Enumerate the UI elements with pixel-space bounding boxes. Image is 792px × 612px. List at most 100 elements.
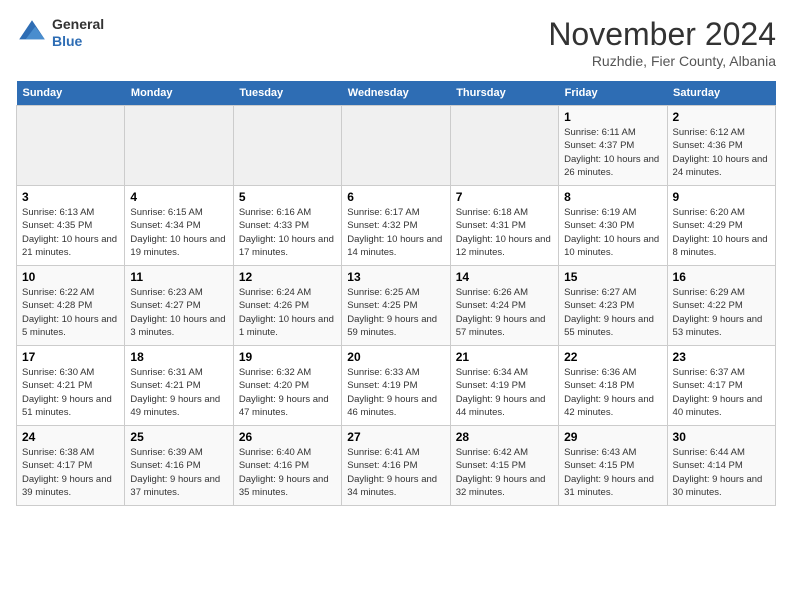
day-detail: Sunrise: 6:39 AM Sunset: 4:16 PM Dayligh… xyxy=(130,446,227,499)
day-number: 27 xyxy=(347,430,444,444)
day-detail: Sunrise: 6:26 AM Sunset: 4:24 PM Dayligh… xyxy=(456,286,553,339)
calendar-cell: 27 Sunrise: 6:41 AM Sunset: 4:16 PM Dayli… xyxy=(342,426,450,506)
day-detail: Sunrise: 6:19 AM Sunset: 4:30 PM Dayligh… xyxy=(564,206,661,259)
calendar-cell: 15 Sunrise: 6:27 AM Sunset: 4:23 PM Dayli… xyxy=(559,266,667,346)
day-detail: Sunrise: 6:25 AM Sunset: 4:25 PM Dayligh… xyxy=(347,286,444,339)
day-number: 11 xyxy=(130,270,227,284)
calendar-cell: 7 Sunrise: 6:18 AM Sunset: 4:31 PM Daylig… xyxy=(450,186,558,266)
calendar-cell: 16 Sunrise: 6:29 AM Sunset: 4:22 PM Dayli… xyxy=(667,266,775,346)
logo-text: General Blue xyxy=(52,16,104,50)
day-number: 1 xyxy=(564,110,661,124)
calendar-cell xyxy=(17,106,125,186)
calendar-cell xyxy=(450,106,558,186)
day-number: 22 xyxy=(564,350,661,364)
day-detail: Sunrise: 6:36 AM Sunset: 4:18 PM Dayligh… xyxy=(564,366,661,419)
calendar-cell: 13 Sunrise: 6:25 AM Sunset: 4:25 PM Dayli… xyxy=(342,266,450,346)
day-number: 15 xyxy=(564,270,661,284)
day-of-week-header: Sunday xyxy=(17,81,125,106)
day-number: 18 xyxy=(130,350,227,364)
day-number: 9 xyxy=(673,190,770,204)
day-number: 24 xyxy=(22,430,119,444)
day-number: 23 xyxy=(673,350,770,364)
day-number: 8 xyxy=(564,190,661,204)
day-number: 25 xyxy=(130,430,227,444)
calendar-cell: 18 Sunrise: 6:31 AM Sunset: 4:21 PM Dayli… xyxy=(125,346,233,426)
calendar-cell: 6Sunrise: 6:17 AM Sunset: 4:32 PM Daylig… xyxy=(342,186,450,266)
calendar-cell: 19 Sunrise: 6:32 AM Sunset: 4:20 PM Dayli… xyxy=(233,346,341,426)
calendar-cell: 8 Sunrise: 6:19 AM Sunset: 4:30 PM Daylig… xyxy=(559,186,667,266)
day-number: 17 xyxy=(22,350,119,364)
day-detail: Sunrise: 6:32 AM Sunset: 4:20 PM Dayligh… xyxy=(239,366,336,419)
day-detail: Sunrise: 6:24 AM Sunset: 4:26 PM Dayligh… xyxy=(239,286,336,339)
calendar-table: SundayMondayTuesdayWednesdayThursdayFrid… xyxy=(16,81,776,506)
day-number: 28 xyxy=(456,430,553,444)
calendar-cell: 20Sunrise: 6:33 AM Sunset: 4:19 PM Dayli… xyxy=(342,346,450,426)
day-detail: Sunrise: 6:44 AM Sunset: 4:14 PM Dayligh… xyxy=(673,446,770,499)
day-detail: Sunrise: 6:31 AM Sunset: 4:21 PM Dayligh… xyxy=(130,366,227,419)
calendar-cell: 1 Sunrise: 6:11 AM Sunset: 4:37 PM Daylig… xyxy=(559,106,667,186)
calendar-cell: 4 Sunrise: 6:15 AM Sunset: 4:34 PM Daylig… xyxy=(125,186,233,266)
calendar-cell: 21 Sunrise: 6:34 AM Sunset: 4:19 PM Dayli… xyxy=(450,346,558,426)
calendar-cell: 30 Sunrise: 6:44 AM Sunset: 4:14 PM Dayli… xyxy=(667,426,775,506)
location: Ruzhdie, Fier County, Albania xyxy=(548,53,776,69)
calendar-cell: 5 Sunrise: 6:16 AM Sunset: 4:33 PM Daylig… xyxy=(233,186,341,266)
day-detail: Sunrise: 6:12 AM Sunset: 4:36 PM Dayligh… xyxy=(673,126,770,179)
day-number: 21 xyxy=(456,350,553,364)
day-number: 19 xyxy=(239,350,336,364)
day-number: 4 xyxy=(130,190,227,204)
day-of-week-header: Friday xyxy=(559,81,667,106)
day-of-week-header: Tuesday xyxy=(233,81,341,106)
day-number: 2 xyxy=(673,110,770,124)
day-number: 26 xyxy=(239,430,336,444)
day-detail: Sunrise: 6:27 AM Sunset: 4:23 PM Dayligh… xyxy=(564,286,661,339)
day-detail: Sunrise: 6:38 AM Sunset: 4:17 PM Dayligh… xyxy=(22,446,119,499)
day-number: 12 xyxy=(239,270,336,284)
logo: General Blue xyxy=(16,16,104,50)
day-number: 10 xyxy=(22,270,119,284)
day-number: 20 xyxy=(347,350,444,364)
day-detail: Sunrise: 6:40 AM Sunset: 4:16 PM Dayligh… xyxy=(239,446,336,499)
calendar-cell: 3Sunrise: 6:13 AM Sunset: 4:35 PM Daylig… xyxy=(17,186,125,266)
calendar-cell: 12 Sunrise: 6:24 AM Sunset: 4:26 PM Dayli… xyxy=(233,266,341,346)
calendar-cell: 22 Sunrise: 6:36 AM Sunset: 4:18 PM Dayli… xyxy=(559,346,667,426)
day-detail: Sunrise: 6:29 AM Sunset: 4:22 PM Dayligh… xyxy=(673,286,770,339)
day-detail: Sunrise: 6:43 AM Sunset: 4:15 PM Dayligh… xyxy=(564,446,661,499)
day-detail: Sunrise: 6:41 AM Sunset: 4:16 PM Dayligh… xyxy=(347,446,444,499)
day-number: 30 xyxy=(673,430,770,444)
day-detail: Sunrise: 6:18 AM Sunset: 4:31 PM Dayligh… xyxy=(456,206,553,259)
day-number: 7 xyxy=(456,190,553,204)
day-number: 13 xyxy=(347,270,444,284)
calendar-cell: 2 Sunrise: 6:12 AM Sunset: 4:36 PM Daylig… xyxy=(667,106,775,186)
calendar-cell: 26 Sunrise: 6:40 AM Sunset: 4:16 PM Dayli… xyxy=(233,426,341,506)
calendar-cell: 10 Sunrise: 6:22 AM Sunset: 4:28 PM Dayli… xyxy=(17,266,125,346)
calendar-cell: 29Sunrise: 6:43 AM Sunset: 4:15 PM Dayli… xyxy=(559,426,667,506)
header: General Blue November 2024 Ruzhdie, Fier… xyxy=(16,16,776,69)
calendar-cell xyxy=(125,106,233,186)
day-detail: Sunrise: 6:11 AM Sunset: 4:37 PM Dayligh… xyxy=(564,126,661,179)
day-detail: Sunrise: 6:22 AM Sunset: 4:28 PM Dayligh… xyxy=(22,286,119,339)
day-number: 5 xyxy=(239,190,336,204)
day-of-week-header: Monday xyxy=(125,81,233,106)
day-detail: Sunrise: 6:15 AM Sunset: 4:34 PM Dayligh… xyxy=(130,206,227,259)
calendar-cell xyxy=(233,106,341,186)
day-detail: Sunrise: 6:42 AM Sunset: 4:15 PM Dayligh… xyxy=(456,446,553,499)
day-number: 16 xyxy=(673,270,770,284)
day-detail: Sunrise: 6:30 AM Sunset: 4:21 PM Dayligh… xyxy=(22,366,119,419)
calendar-cell: 23 Sunrise: 6:37 AM Sunset: 4:17 PM Dayli… xyxy=(667,346,775,426)
day-detail: Sunrise: 6:17 AM Sunset: 4:32 PM Dayligh… xyxy=(347,206,444,259)
calendar-cell: 11 Sunrise: 6:23 AM Sunset: 4:27 PM Dayli… xyxy=(125,266,233,346)
calendar-cell xyxy=(342,106,450,186)
day-detail: Sunrise: 6:37 AM Sunset: 4:17 PM Dayligh… xyxy=(673,366,770,419)
day-of-week-header: Wednesday xyxy=(342,81,450,106)
day-number: 3 xyxy=(22,190,119,204)
calendar-cell: 17 Sunrise: 6:30 AM Sunset: 4:21 PM Dayli… xyxy=(17,346,125,426)
day-detail: Sunrise: 6:23 AM Sunset: 4:27 PM Dayligh… xyxy=(130,286,227,339)
calendar-cell: 28 Sunrise: 6:42 AM Sunset: 4:15 PM Dayli… xyxy=(450,426,558,506)
month-title: November 2024 xyxy=(548,16,776,53)
calendar-cell: 24 Sunrise: 6:38 AM Sunset: 4:17 PM Dayli… xyxy=(17,426,125,506)
day-detail: Sunrise: 6:16 AM Sunset: 4:33 PM Dayligh… xyxy=(239,206,336,259)
title-area: November 2024 Ruzhdie, Fier County, Alba… xyxy=(548,16,776,69)
day-detail: Sunrise: 6:34 AM Sunset: 4:19 PM Dayligh… xyxy=(456,366,553,419)
logo-icon xyxy=(16,17,48,49)
calendar-cell: 9Sunrise: 6:20 AM Sunset: 4:29 PM Daylig… xyxy=(667,186,775,266)
